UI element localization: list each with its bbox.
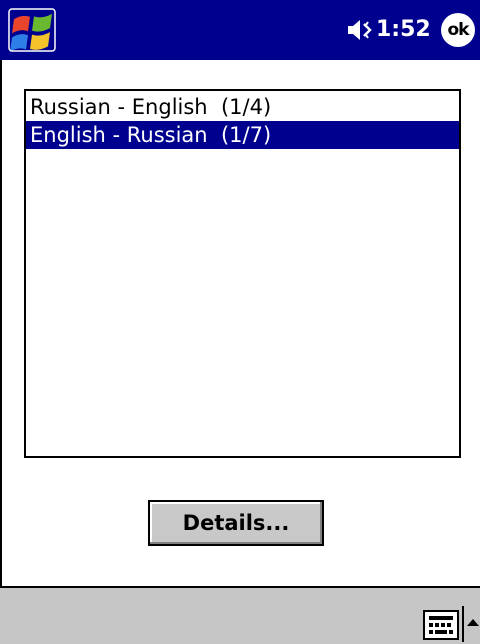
- list-item[interactable]: Russian - English (1/4): [26, 93, 459, 121]
- speaker-muted-icon[interactable]: [346, 16, 374, 44]
- keyboard-icon[interactable]: [423, 610, 459, 640]
- up-arrow-icon[interactable]: [466, 616, 480, 630]
- ok-button[interactable]: ok: [441, 13, 475, 47]
- window-left-border: [0, 60, 2, 586]
- windows-flag-icon[interactable]: [8, 8, 56, 52]
- pocketpc-screen: 1:52 ok Russian - English (1/4) English …: [0, 0, 480, 644]
- list-item-selected[interactable]: English - Russian (1/7): [26, 121, 459, 149]
- dictionary-listbox[interactable]: Russian - English (1/4) English - Russia…: [24, 89, 461, 458]
- details-button[interactable]: Details...: [148, 500, 324, 546]
- title-bar: 1:52 ok: [0, 0, 480, 60]
- menu-bar: [0, 586, 480, 644]
- clock-time[interactable]: 1:52: [376, 15, 431, 45]
- sip-divider: [462, 606, 464, 642]
